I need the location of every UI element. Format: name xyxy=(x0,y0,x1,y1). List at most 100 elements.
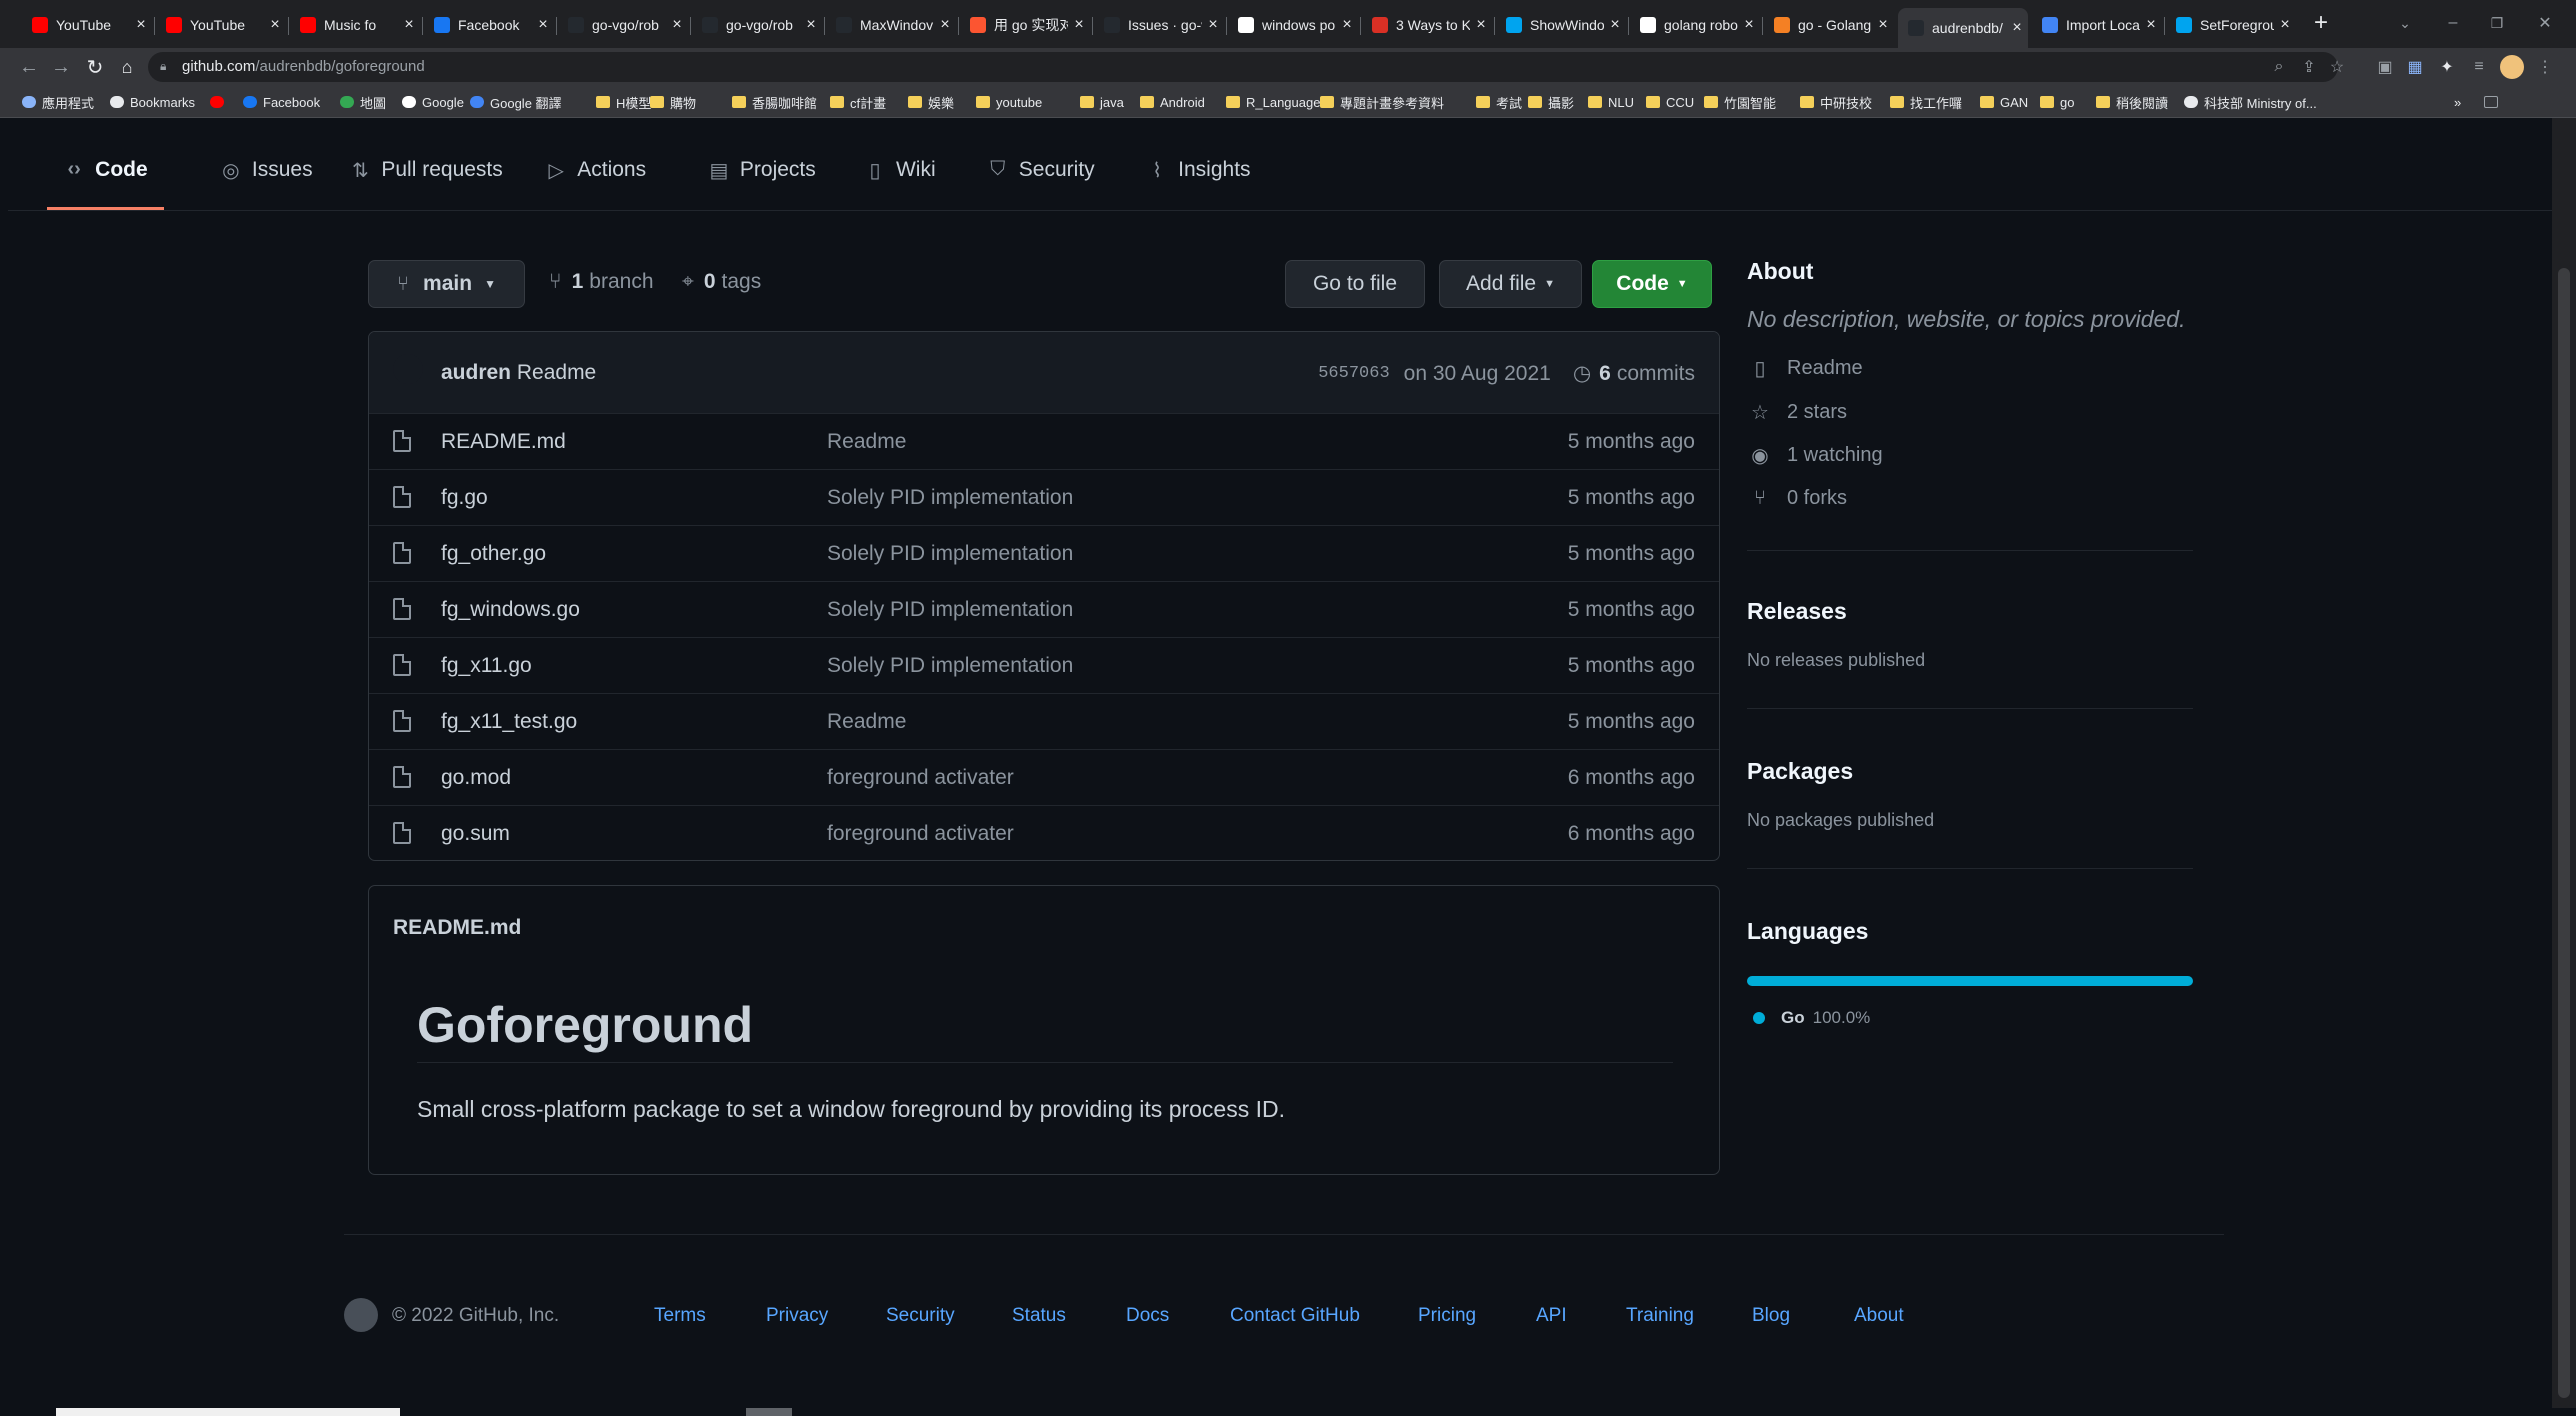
forks-link[interactable]: ⑂ 0 forks xyxy=(1747,487,1847,510)
file-name[interactable]: fg_windows.go xyxy=(441,598,580,622)
bookmark-item[interactable]: NLU xyxy=(1588,92,1634,112)
file-name[interactable]: fg.go xyxy=(441,486,488,510)
browser-tab[interactable]: Import Loca × xyxy=(2032,10,2162,40)
tab-close-icon[interactable]: × xyxy=(1470,16,1492,34)
footer-link[interactable]: About xyxy=(1854,1305,1904,1327)
tab-close-icon[interactable]: × xyxy=(130,16,152,34)
footer-link[interactable]: Status xyxy=(1012,1305,1066,1327)
browser-tab[interactable]: 3 Ways to Ki × xyxy=(1362,10,1492,40)
window-close-icon[interactable]: ✕ xyxy=(2532,10,2558,36)
forward-icon[interactable]: → xyxy=(48,54,74,80)
bookmark-item[interactable]: Bookmarks xyxy=(110,92,195,112)
browser-tab[interactable]: go - Golang × xyxy=(1764,10,1894,40)
footer-link[interactable]: Privacy xyxy=(766,1305,828,1327)
tab-close-icon[interactable]: × xyxy=(1336,16,1358,34)
tab-close-icon[interactable]: × xyxy=(2274,16,2296,34)
tab-close-icon[interactable]: × xyxy=(666,16,688,34)
bookmark-item[interactable]: java xyxy=(1080,92,1124,112)
footer-link[interactable]: Pricing xyxy=(1418,1305,1476,1327)
tab-close-icon[interactable]: × xyxy=(532,16,554,34)
file-commit-message[interactable]: Readme xyxy=(827,710,906,734)
branches-link[interactable]: ⑂ 1 branch xyxy=(549,270,654,294)
reload-icon[interactable]: ↻ xyxy=(82,54,108,80)
menu-icon[interactable]: ⋮ xyxy=(2534,56,2556,78)
other-bookmarks-icon[interactable] xyxy=(2484,92,2504,112)
restore-icon[interactable]: ❐ xyxy=(2484,10,2510,36)
bookmark-item[interactable] xyxy=(210,92,230,112)
bookmark-item[interactable]: cf計畫 xyxy=(830,92,886,112)
footer-link[interactable]: Contact GitHub xyxy=(1230,1305,1360,1327)
tab-search-icon[interactable]: ⌄ xyxy=(2392,10,2418,36)
file-name[interactable]: go.sum xyxy=(441,822,510,846)
file-name[interactable]: README.md xyxy=(441,430,566,454)
bookmark-item[interactable]: 娛樂 xyxy=(908,92,954,112)
repo-tab-pull-requests[interactable]: ⇅ Pull requests xyxy=(333,158,518,210)
avatar[interactable] xyxy=(393,354,423,384)
bookmarks-overflow-icon[interactable]: » xyxy=(2454,92,2461,112)
browser-tab[interactable]: Facebook × xyxy=(424,10,554,40)
file-name[interactable]: fg_x11_test.go xyxy=(441,710,577,734)
repo-tab-actions[interactable]: ▷ Actions xyxy=(529,158,662,210)
profile-avatar[interactable] xyxy=(2500,55,2524,79)
footer-link[interactable]: Training xyxy=(1626,1305,1694,1327)
browser-tab[interactable]: go-vgo/rob × xyxy=(692,10,822,40)
zoom-icon[interactable]: ⌕ xyxy=(2268,56,2290,78)
address-bar[interactable]: 🔒︎ github.com/audrenbdb/goforeground ⌕ ⇪… xyxy=(148,52,2344,82)
releases-title[interactable]: Releases xyxy=(1747,598,1847,625)
browser-tab[interactable]: ShowWindo × xyxy=(1496,10,1626,40)
browser-tab[interactable]: Music fo × xyxy=(290,10,420,40)
stars-link[interactable]: ☆ 2 stars xyxy=(1747,400,1847,425)
readme-link[interactable]: ▯ Readme xyxy=(1747,356,1862,381)
go-to-file-button[interactable]: Go to file xyxy=(1285,260,1425,308)
commit-author[interactable]: audren xyxy=(441,361,511,384)
packages-title[interactable]: Packages xyxy=(1747,758,1853,785)
footer-link[interactable]: Terms xyxy=(654,1305,706,1327)
file-commit-message[interactable]: Solely PID implementation xyxy=(827,542,1073,566)
back-icon[interactable]: ← xyxy=(16,54,42,80)
tab-close-icon[interactable]: × xyxy=(2006,19,2028,37)
tab-close-icon[interactable]: × xyxy=(1604,16,1626,34)
bookmark-item[interactable]: R_Language xyxy=(1226,92,1320,112)
branch-selector[interactable]: ⑂ main ▼ xyxy=(368,260,525,308)
bookmark-item[interactable]: Android xyxy=(1140,92,1205,112)
lock-icon[interactable]: 🔒︎ xyxy=(160,59,170,73)
bookmark-item[interactable]: 找工作囉 xyxy=(1890,92,1962,112)
page-scrollbar[interactable] xyxy=(2552,118,2576,1408)
tab-close-icon[interactable]: × xyxy=(1738,16,1760,34)
bookmark-item[interactable]: CCU xyxy=(1646,92,1694,112)
extensions-puzzle-icon[interactable]: ✦ xyxy=(2436,56,2458,78)
commit-sha[interactable]: 5657063 xyxy=(1318,364,1389,383)
minimize-icon[interactable]: – xyxy=(2440,10,2466,36)
tab-close-icon[interactable]: × xyxy=(398,16,420,34)
tab-close-icon[interactable]: × xyxy=(264,16,286,34)
browser-tab[interactable]: golang robo × xyxy=(1630,10,1760,40)
bookmark-item[interactable]: 考試 xyxy=(1476,92,1522,112)
browser-tab[interactable]: windows po × xyxy=(1228,10,1358,40)
file-commit-message[interactable]: foreground activater xyxy=(827,766,1014,790)
share-icon[interactable]: ⇪ xyxy=(2298,56,2320,78)
footer-link[interactable]: Docs xyxy=(1126,1305,1169,1327)
browser-tab[interactable]: YouTube × xyxy=(156,10,286,40)
bookmark-item[interactable]: go xyxy=(2040,92,2074,112)
code-button[interactable]: Code ▼ xyxy=(1592,260,1712,308)
browser-tab[interactable]: YouTube × xyxy=(22,10,152,40)
commit-word[interactable]: commits xyxy=(1617,362,1695,386)
tags-link[interactable]: ⌖ 0 tags xyxy=(682,270,761,294)
bookmark-item[interactable]: Google 翻譯 xyxy=(470,92,562,112)
bookmark-item[interactable]: 專題計畫參考資料 xyxy=(1320,92,1444,112)
browser-tab[interactable]: Issues · go-v × xyxy=(1094,10,1224,40)
tab-close-icon[interactable]: × xyxy=(1872,16,1894,34)
browser-tab[interactable]: MaxWindov × xyxy=(826,10,956,40)
commit-count[interactable]: 6 xyxy=(1599,362,1611,386)
language-go[interactable]: Go 100.0% xyxy=(1753,1008,1870,1028)
tab-close-icon[interactable]: × xyxy=(934,16,956,34)
home-icon[interactable]: ⌂ xyxy=(114,54,140,80)
bookmark-item[interactable]: youtube xyxy=(976,92,1042,112)
tab-close-icon[interactable]: × xyxy=(1068,16,1090,34)
browser-tab[interactable]: go-vgo/rob × xyxy=(558,10,688,40)
tab-close-icon[interactable]: × xyxy=(1202,16,1224,34)
repo-tab-security[interactable]: ⛉ Security xyxy=(971,158,1111,210)
extension-icon[interactable]: ▣ xyxy=(2374,56,2396,78)
bookmark-item[interactable]: GAN xyxy=(1980,92,2028,112)
repo-tab-code[interactable]: ‹› Code xyxy=(47,158,164,210)
